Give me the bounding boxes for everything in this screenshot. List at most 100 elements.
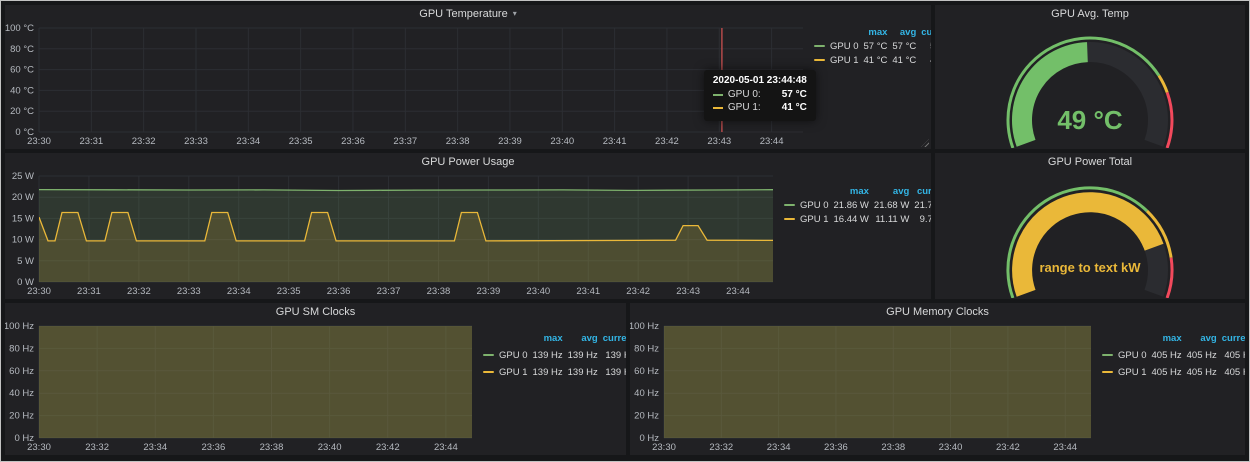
legend-row: GPU 057 °C57 °C57 °C bbox=[809, 39, 931, 53]
svg-text:23:42: 23:42 bbox=[626, 286, 650, 297]
svg-text:0 Hz: 0 Hz bbox=[14, 433, 34, 444]
legend-header-row: maxavgcurrent bbox=[809, 25, 931, 39]
legend-series-name[interactable]: GPU 1 bbox=[478, 364, 528, 381]
legend-header-max[interactable]: max bbox=[859, 25, 888, 39]
series-swatch-icon bbox=[784, 218, 795, 220]
legend-row: GPU 021.86 W21.68 W21.77 W bbox=[779, 198, 931, 212]
svg-text:23:36: 23:36 bbox=[824, 442, 848, 453]
legend-header-current[interactable]: current bbox=[909, 184, 931, 198]
svg-text:23:32: 23:32 bbox=[132, 136, 156, 147]
svg-text:23:44: 23:44 bbox=[726, 286, 750, 297]
legend-series-name[interactable]: GPU 1 bbox=[1097, 364, 1147, 381]
svg-text:0 W: 0 W bbox=[17, 277, 34, 288]
legend-gpu-memory-clocks: maxavgcurrentGPU 0405 Hz405 Hz405 HzGPU … bbox=[1097, 320, 1245, 455]
gpu-temperature-plot[interactable]: 23:3023:3123:3223:3323:3423:3523:3623:37… bbox=[5, 22, 809, 148]
svg-text:23:38: 23:38 bbox=[260, 442, 284, 453]
legend-table: maxavgcurrentGPU 057 °C57 °C57 °CGPU 141… bbox=[809, 25, 931, 67]
legend-header-max[interactable]: max bbox=[1147, 330, 1182, 347]
panel-title-gpu-sm-clocks[interactable]: GPU SM Clocks bbox=[5, 303, 626, 320]
gpu-sm-clocks-plot[interactable]: 23:3023:3223:3423:3623:3823:4023:4223:44… bbox=[5, 320, 478, 454]
panel-gpu-avg-temp: GPU Avg. Temp 49 °C bbox=[935, 5, 1245, 149]
gpu-avg-temp-value-text: 49 °C bbox=[1057, 105, 1123, 135]
legend-gpu-temperature: maxavgcurrentGPU 057 °C57 °C57 °CGPU 141… bbox=[809, 22, 931, 149]
svg-text:23:32: 23:32 bbox=[85, 442, 109, 453]
svg-text:23:37: 23:37 bbox=[377, 286, 401, 297]
dashboard-row-3: GPU SM Clocks 23:3023:3223:3423:3623:382… bbox=[5, 303, 1245, 455]
legend-table: maxavgcurrentGPU 0139 Hz139 Hz139 HzGPU … bbox=[478, 330, 626, 381]
legend-series-name[interactable]: GPU 1 bbox=[779, 212, 829, 226]
gpu-power-usage-chart[interactable]: 23:3023:3123:3223:3323:3423:3523:3623:37… bbox=[5, 170, 779, 299]
legend-header-avg[interactable]: avg bbox=[1182, 330, 1217, 347]
series-swatch-icon bbox=[483, 371, 494, 373]
legend-header-current[interactable]: current bbox=[916, 25, 931, 39]
panel-title-gpu-avg-temp[interactable]: GPU Avg. Temp bbox=[935, 5, 1245, 22]
legend-header-avg[interactable]: avg bbox=[869, 184, 909, 198]
legend-value-avg: 41 °C bbox=[887, 53, 916, 67]
svg-text:23:43: 23:43 bbox=[707, 136, 731, 147]
legend-series-name[interactable]: GPU 0 bbox=[478, 347, 528, 364]
gpu-memory-clocks-plot[interactable]: 23:3023:3223:3423:3623:3823:4023:4223:44… bbox=[630, 320, 1097, 454]
series-swatch-icon bbox=[483, 354, 494, 356]
panel-gpu-power-total: GPU Power Total range to text kW bbox=[935, 153, 1245, 299]
gpu-memory-clocks-chart[interactable]: 23:3023:3223:3423:3623:3823:4023:4223:44… bbox=[630, 320, 1097, 455]
legend-header-current[interactable]: current bbox=[598, 330, 626, 347]
svg-text:100 °C: 100 °C bbox=[5, 23, 34, 34]
svg-text:40 Hz: 40 Hz bbox=[634, 388, 659, 399]
svg-text:0 Hz: 0 Hz bbox=[639, 433, 659, 444]
tooltip-series-value: 41 °C bbox=[770, 102, 807, 113]
legend-header-avg[interactable]: avg bbox=[887, 25, 916, 39]
panel-title-text: GPU Memory Clocks bbox=[886, 306, 989, 318]
svg-text:25 W: 25 W bbox=[12, 171, 34, 182]
legend-header-row: maxavgcurrent bbox=[1097, 330, 1245, 347]
legend-series-name[interactable]: GPU 0 bbox=[1097, 347, 1147, 364]
legend-value-avg: 21.68 W bbox=[869, 198, 909, 212]
legend-header-avg[interactable]: avg bbox=[563, 330, 598, 347]
legend-series-name[interactable]: GPU 1 bbox=[809, 53, 859, 67]
legend-series-name[interactable]: GPU 0 bbox=[779, 198, 829, 212]
panel-title-gpu-power-total[interactable]: GPU Power Total bbox=[935, 153, 1245, 170]
legend-table: maxavgcurrentGPU 021.86 W21.68 W21.77 WG… bbox=[779, 184, 931, 226]
svg-text:23:42: 23:42 bbox=[376, 442, 400, 453]
svg-text:23:39: 23:39 bbox=[498, 136, 522, 147]
gpu-temperature-chart[interactable]: 23:3023:3123:3223:3323:3423:3523:3623:37… bbox=[5, 22, 809, 149]
svg-text:23:37: 23:37 bbox=[393, 136, 417, 147]
series-swatch-icon bbox=[1102, 371, 1113, 373]
panel-title-gpu-memory-clocks[interactable]: GPU Memory Clocks bbox=[630, 303, 1245, 320]
panel-title-text: GPU Avg. Temp bbox=[1051, 8, 1129, 20]
svg-text:23:38: 23:38 bbox=[881, 442, 905, 453]
panel-title-gpu-power-usage[interactable]: GPU Power Usage bbox=[5, 153, 931, 170]
gpu-avg-temp-gauge: 49 °C bbox=[935, 22, 1245, 149]
svg-text:15 W: 15 W bbox=[12, 213, 34, 224]
chevron-down-icon[interactable]: ▾ bbox=[513, 9, 517, 18]
legend-header-current[interactable]: current bbox=[1217, 330, 1245, 347]
series-swatch-icon bbox=[784, 204, 795, 206]
legend-value-avg: 139 Hz bbox=[563, 347, 598, 364]
panel-gpu-memory-clocks: GPU Memory Clocks 23:3023:3223:3423:3623… bbox=[630, 303, 1245, 455]
gpu-power-usage-plot[interactable]: 23:3023:3123:3223:3323:3423:3523:3623:37… bbox=[5, 170, 779, 298]
legend-series-name[interactable]: GPU 0 bbox=[809, 39, 859, 53]
legend-header-max[interactable]: max bbox=[829, 184, 869, 198]
legend-value-max: 139 Hz bbox=[528, 364, 563, 381]
svg-text:40 Hz: 40 Hz bbox=[9, 388, 34, 399]
svg-text:80 Hz: 80 Hz bbox=[634, 343, 659, 354]
panel-title-text: GPU Power Usage bbox=[422, 156, 515, 168]
legend-gpu-sm-clocks: maxavgcurrentGPU 0139 Hz139 Hz139 HzGPU … bbox=[478, 320, 626, 455]
legend-value-current: 57 °C bbox=[916, 39, 931, 53]
legend-value-current: 41 °C bbox=[916, 53, 931, 67]
svg-text:23:41: 23:41 bbox=[576, 286, 600, 297]
tooltip-series-dash-icon bbox=[713, 94, 723, 96]
gpu-sm-clocks-chart[interactable]: 23:3023:3223:3423:3623:3823:4023:4223:44… bbox=[5, 320, 478, 455]
svg-text:20 Hz: 20 Hz bbox=[634, 411, 659, 422]
legend-row: GPU 0139 Hz139 Hz139 Hz bbox=[478, 347, 626, 364]
legend-header-row: maxavgcurrent bbox=[478, 330, 626, 347]
tooltip-series-name: GPU 0: bbox=[728, 89, 761, 100]
legend-value-max: 57 °C bbox=[859, 39, 888, 53]
tooltip-row: GPU 1:41 °C bbox=[713, 102, 807, 113]
panel-title-gpu-temperature[interactable]: GPU Temperature ▾ bbox=[5, 5, 931, 22]
svg-text:5 W: 5 W bbox=[17, 256, 34, 267]
legend-row: GPU 0405 Hz405 Hz405 Hz bbox=[1097, 347, 1245, 364]
svg-text:80 °C: 80 °C bbox=[10, 44, 34, 55]
legend-header-max[interactable]: max bbox=[528, 330, 563, 347]
gpu-power-total-gauge-svg: range to text kW bbox=[936, 170, 1244, 298]
panel-title-text: GPU SM Clocks bbox=[276, 306, 355, 318]
